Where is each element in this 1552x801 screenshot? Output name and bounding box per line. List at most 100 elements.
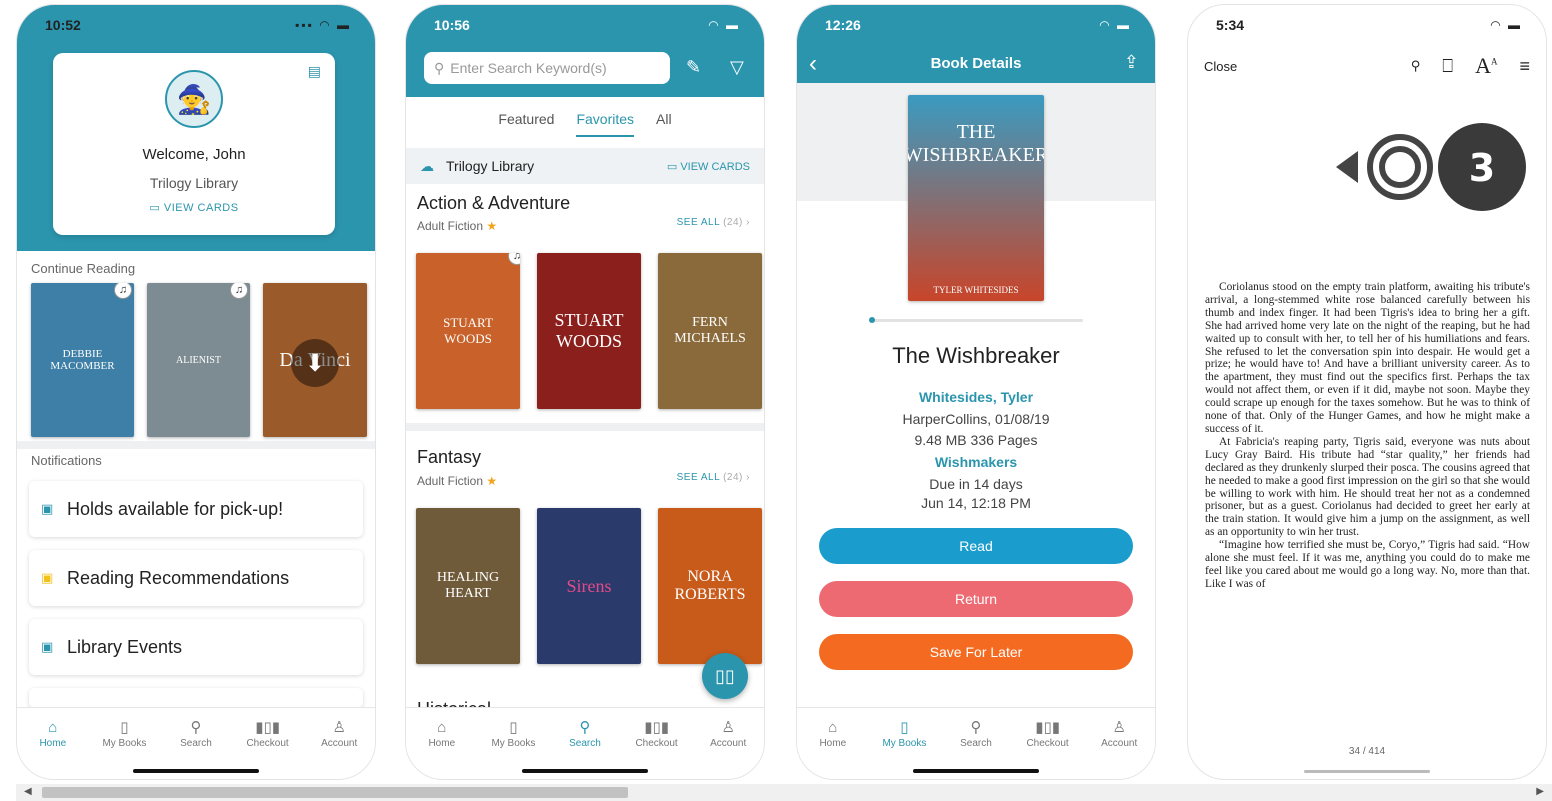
book-cover-title: STUART WOODS bbox=[443, 315, 493, 346]
filter-icon[interactable]: ▽ bbox=[730, 57, 744, 78]
reader-paragraph: At Fabricia's reaping party, Tigris said… bbox=[1205, 435, 1530, 539]
status-time: 10:56 bbox=[434, 17, 470, 33]
barcode-icon: ▮▯▮ bbox=[1035, 719, 1060, 736]
book-cover-1[interactable]: DEBBIE MACOMBER ♫ bbox=[31, 283, 134, 437]
book-cover-author: TYLER WHITESIDES bbox=[933, 285, 1019, 295]
see-all-link[interactable]: SEE ALL (24) › bbox=[677, 217, 750, 228]
view-cards-link[interactable]: ▭ VIEW CARDS bbox=[667, 160, 750, 173]
category-subtitle-text: Adult Fiction bbox=[417, 219, 484, 233]
tab-account[interactable]: ♙ Account bbox=[307, 718, 371, 779]
open-book-fab[interactable]: ▯▯ bbox=[702, 653, 748, 699]
book-cover[interactable]: Sirens bbox=[537, 508, 641, 664]
notifications-label: Notifications bbox=[31, 453, 102, 468]
carousel-track bbox=[869, 319, 1083, 322]
scrollbar-thumb[interactable] bbox=[42, 787, 628, 798]
person-icon: ♙ bbox=[721, 719, 735, 736]
tab-home[interactable]: ⌂ Home bbox=[410, 718, 474, 779]
notification-events[interactable]: ▣ Library Events bbox=[29, 619, 363, 675]
see-all-count: (24) bbox=[723, 217, 743, 228]
page-progress-bar[interactable] bbox=[1304, 770, 1430, 773]
open-book-icon: ▯▯ bbox=[715, 665, 735, 686]
home-indicator bbox=[913, 769, 1039, 773]
library-card-icon[interactable]: ▤ bbox=[308, 63, 321, 80]
avatar-wizard-icon[interactable]: 🧙 bbox=[165, 70, 223, 128]
tab-checkout-label: Checkout bbox=[1026, 738, 1069, 749]
book-cover-large[interactable]: THE WISHBREAKER TYLER WHITESIDES bbox=[908, 95, 1044, 301]
file-info: 9.48 MB 336 Pages bbox=[914, 432, 1038, 448]
series-link[interactable]: Wishmakers bbox=[797, 454, 1155, 470]
bookmark-icon: ▣ bbox=[41, 570, 54, 585]
see-all-link[interactable]: SEE ALL (24) › bbox=[677, 472, 750, 483]
continue-reading-label: Continue Reading bbox=[31, 261, 136, 276]
book-cover-2-title: ALIENIST bbox=[176, 354, 221, 366]
section-divider bbox=[406, 423, 764, 431]
tab-search-label: Search bbox=[180, 738, 212, 749]
notification-holds[interactable]: ▣ Holds available for pick-up! bbox=[29, 481, 363, 537]
tab-account-label: Account bbox=[710, 738, 747, 749]
phone-book-details-screen: 12:26 ◠ ▬ ‹ Book Details ⇪ THE WISHBREAK… bbox=[796, 4, 1156, 780]
book-cover-title: FERN MICHAELS bbox=[674, 315, 746, 346]
status-icons: ◠ ▬ bbox=[1490, 18, 1522, 32]
view-cards-link[interactable]: ▭ VIEW CARDS bbox=[53, 201, 335, 214]
status-icons: ◠ ▬ bbox=[1099, 18, 1131, 32]
menu-icon[interactable]: ≡ bbox=[1519, 56, 1530, 77]
horizontal-scrollbar[interactable]: ◀ ▶ bbox=[16, 784, 1552, 801]
search-icon[interactable]: ⚲ bbox=[1411, 58, 1421, 74]
search-icon: ⚲ bbox=[434, 59, 445, 76]
book-cover[interactable]: NORA ROBERTS bbox=[658, 508, 762, 664]
segment-featured[interactable]: Featured bbox=[498, 111, 554, 137]
category-subtitle-text: Adult Fiction bbox=[417, 474, 484, 488]
share-icon[interactable]: ⇪ bbox=[1124, 52, 1139, 73]
font-size-icon[interactable]: AA bbox=[1475, 53, 1497, 79]
phone-reader-screen: 5:34 ◠ ▬ Close ⚲ ⎕ AA ≡ 3 Coriolanus sto… bbox=[1187, 4, 1547, 780]
tab-home[interactable]: ⌂ Home bbox=[801, 718, 865, 779]
book-cover[interactable]: HEALING HEART bbox=[416, 508, 520, 664]
tab-home[interactable]: ⌂ Home bbox=[21, 718, 85, 779]
notification-recommendations[interactable]: ▣ Reading Recommendations bbox=[29, 550, 363, 606]
headphones-icon: ♫ bbox=[230, 283, 248, 299]
scroll-left-icon[interactable]: ◀ bbox=[24, 786, 32, 797]
home-indicator bbox=[522, 769, 648, 773]
tab-account[interactable]: ♙ Account bbox=[696, 718, 760, 779]
tab-account-label: Account bbox=[321, 738, 358, 749]
search-placeholder: Enter Search Keyword(s) bbox=[450, 60, 607, 76]
close-button[interactable]: Close bbox=[1204, 59, 1237, 74]
tab-home-label: Home bbox=[819, 738, 847, 749]
notification-holds-label: Holds available for pick-up! bbox=[67, 498, 284, 519]
bookmark-icon[interactable]: ⎕ bbox=[1442, 56, 1453, 77]
carousel-dot bbox=[869, 317, 875, 323]
search-icon: ⚲ bbox=[190, 719, 202, 736]
logo-inner-ring bbox=[1379, 146, 1421, 188]
tab-account[interactable]: ♙ Account bbox=[1087, 718, 1151, 779]
edit-icon[interactable]: ✎ bbox=[686, 57, 701, 78]
home-icon: ⌂ bbox=[828, 719, 838, 736]
search-input[interactable]: ⚲ Enter Search Keyword(s) bbox=[424, 52, 670, 84]
segment-favorites[interactable]: Favorites bbox=[576, 111, 635, 137]
search-icon: ⚲ bbox=[579, 719, 591, 736]
section-divider bbox=[17, 441, 375, 449]
book-cover[interactable]: STUART WOODS ♫ bbox=[416, 253, 520, 409]
calendar-icon: ▣ bbox=[41, 501, 54, 516]
scroll-right-icon[interactable]: ▶ bbox=[1536, 786, 1544, 797]
phone-home-screen: 10:52 ▪▪▪ ◠ ▬ ▤ 🧙 Welcome, John Trilogy … bbox=[16, 4, 376, 780]
author-link[interactable]: Whitesides, Tyler bbox=[797, 389, 1155, 405]
logo-numeral: 3 bbox=[1469, 146, 1495, 190]
book-cover[interactable]: FERN MICHAELS bbox=[658, 253, 762, 409]
category-subtitle: Adult Fiction ★ bbox=[417, 474, 497, 488]
home-icon: ⌂ bbox=[437, 719, 447, 736]
tab-account-label: Account bbox=[1101, 738, 1138, 749]
category-title: Fantasy bbox=[417, 447, 482, 467]
book-cover[interactable]: STUART WOODS bbox=[537, 253, 641, 409]
return-button[interactable]: Return bbox=[819, 581, 1133, 617]
tab-checkout-label: Checkout bbox=[635, 738, 678, 749]
save-for-later-button[interactable]: Save For Later bbox=[819, 634, 1133, 670]
status-bar: 5:34 ◠ ▬ bbox=[1188, 5, 1546, 45]
segment-all[interactable]: All bbox=[656, 111, 672, 137]
notification-partial bbox=[29, 688, 363, 708]
read-button[interactable]: Read bbox=[819, 528, 1133, 564]
tab-search-label: Search bbox=[960, 738, 992, 749]
book-cover-2[interactable]: ALIENIST ♫ bbox=[147, 283, 250, 437]
download-icon[interactable]: ⬇ bbox=[291, 339, 339, 387]
logo-triangle bbox=[1336, 151, 1358, 183]
book-cover-3[interactable]: Da Vinci ⬇ bbox=[263, 283, 367, 437]
